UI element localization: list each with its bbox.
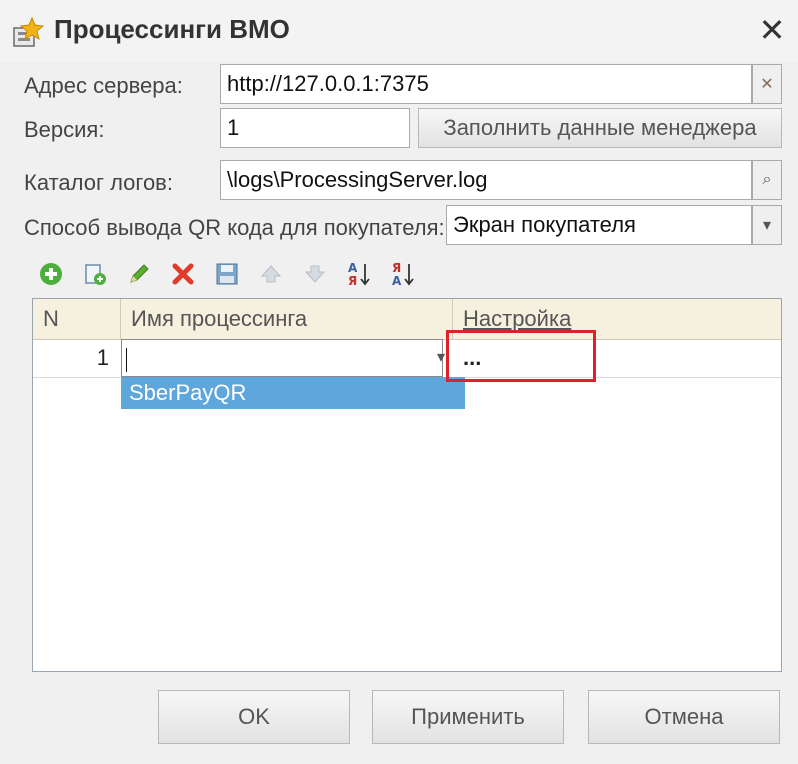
close-button[interactable]: ✕ bbox=[752, 10, 792, 50]
log-catalog-field[interactable] bbox=[220, 160, 752, 200]
processing-name-editor[interactable] bbox=[121, 339, 443, 377]
processing-app-icon bbox=[13, 16, 44, 47]
svg-text:A: A bbox=[392, 274, 402, 288]
apply-button[interactable]: Применить bbox=[372, 690, 564, 744]
copy-icon[interactable] bbox=[80, 259, 110, 289]
qr-output-select[interactable]: Экран покупателя bbox=[446, 205, 752, 245]
processing-table: N Имя процессинга Настройка 1 ▾ ... Sber… bbox=[32, 298, 782, 672]
server-address-input[interactable] bbox=[227, 65, 751, 103]
sort-desc-icon[interactable]: ЯA bbox=[388, 259, 418, 289]
text-cursor bbox=[126, 348, 127, 373]
log-catalog-input[interactable] bbox=[227, 161, 751, 199]
svg-text:Я: Я bbox=[348, 274, 357, 288]
version-field[interactable] bbox=[220, 108, 410, 148]
dialog-button-bar: OK Применить Отмена bbox=[0, 690, 798, 764]
server-address-label: Адрес сервера: bbox=[24, 73, 183, 98]
title-bar: Процессинги ВМО ✕ bbox=[0, 0, 798, 62]
table-row[interactable]: 1 ▾ ... bbox=[33, 339, 781, 378]
column-n[interactable]: N bbox=[33, 299, 121, 339]
sort-asc-icon[interactable]: AЯ bbox=[344, 259, 374, 289]
cancel-button[interactable]: Отмена bbox=[588, 690, 780, 744]
search-icon[interactable]: ⌕ bbox=[752, 160, 782, 200]
svg-text:A: A bbox=[348, 261, 358, 275]
settings-highlight-box bbox=[446, 330, 596, 382]
ok-button[interactable]: OK bbox=[158, 690, 350, 744]
dialog-title: Процессинги ВМО bbox=[54, 14, 290, 44]
add-icon[interactable] bbox=[36, 259, 66, 289]
save-icon[interactable] bbox=[212, 259, 242, 289]
version-label: Версия: bbox=[24, 117, 105, 142]
dropdown-option-sberpayqr[interactable]: SberPayQR bbox=[121, 377, 465, 409]
server-address-field[interactable] bbox=[220, 64, 752, 104]
move-up-icon[interactable] bbox=[256, 259, 286, 289]
log-catalog-label: Каталог логов: bbox=[24, 170, 173, 195]
column-processing-name[interactable]: Имя процессинга bbox=[121, 299, 453, 339]
qr-output-label: Способ вывода QR кода для покупателя: bbox=[24, 215, 445, 240]
chevron-down-icon[interactable]: ▾ bbox=[752, 205, 782, 245]
edit-icon[interactable] bbox=[124, 259, 154, 289]
clear-icon[interactable]: ✕ bbox=[752, 64, 782, 104]
table-toolbar: AЯ ЯA bbox=[36, 256, 418, 292]
processing-dialog: Процессинги ВМО ✕ Адрес сервера: ✕ Верси… bbox=[0, 0, 798, 764]
row-number: 1 bbox=[96, 345, 109, 370]
svg-text:Я: Я bbox=[392, 261, 401, 275]
table-header: N Имя процессинга Настройка bbox=[33, 299, 781, 340]
delete-icon[interactable] bbox=[168, 259, 198, 289]
fill-manager-data-button[interactable]: Заполнить данные менеджера bbox=[418, 108, 782, 148]
move-down-icon[interactable] bbox=[300, 259, 330, 289]
version-input[interactable] bbox=[227, 109, 409, 147]
